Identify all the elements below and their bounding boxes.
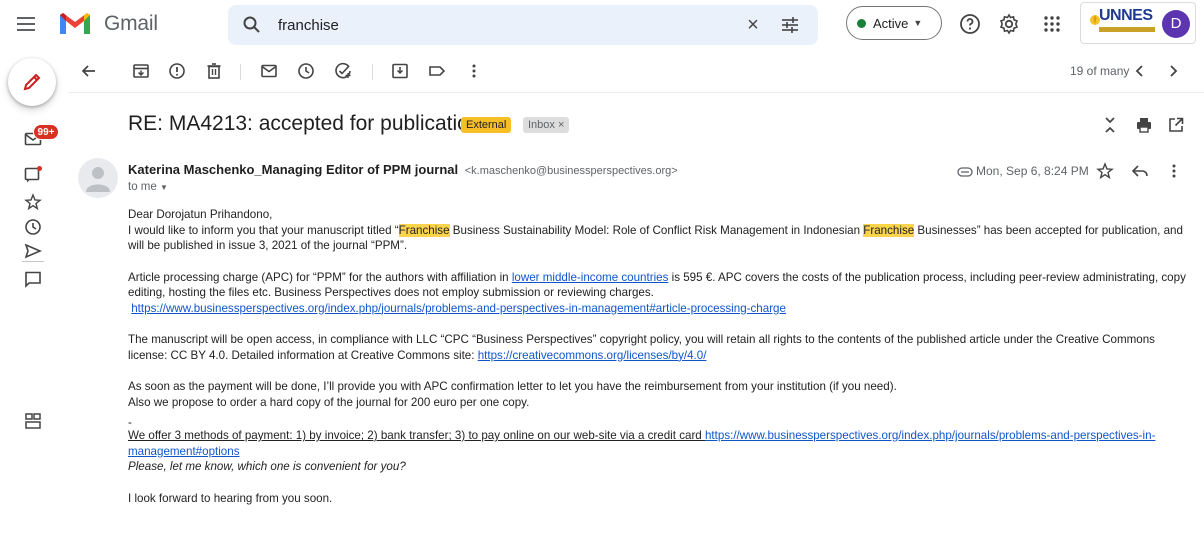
app-name: Gmail <box>104 12 158 35</box>
sender-info[interactable]: Katerina Maschenko_Managing Editor of PP… <box>128 162 678 177</box>
person-icon <box>86 167 110 192</box>
move-to-icon[interactable] <box>391 62 409 80</box>
sender-name: Katerina Maschenko_Managing Editor of PP… <box>128 162 459 177</box>
more-vertical-icon[interactable] <box>1165 162 1183 180</box>
closing-line: I look forward to hearing from you soon. <box>128 491 333 505</box>
toolbar-divider <box>240 64 241 80</box>
starred-icon[interactable] <box>24 193 42 211</box>
paragraph-payment-methods: We offer 3 methods of payment: 1) by inv… <box>128 428 1188 459</box>
email-body: Dear Dorojatun Prihandono, I would like … <box>128 207 1188 522</box>
email-date: Mon, Sep 6, 8:24 PM <box>976 164 1089 178</box>
separator-dash: - <box>128 416 132 429</box>
status-dropdown[interactable]: Active ▼ <box>846 6 942 40</box>
brand-underline <box>1099 27 1155 32</box>
delete-trash-icon[interactable] <box>205 62 223 80</box>
chevron-down-icon: ▼ <box>159 183 168 192</box>
chat-icon[interactable] <box>24 166 42 184</box>
main-menu-icon[interactable] <box>12 10 40 38</box>
search-icon[interactable] <box>242 15 262 35</box>
paragraph-apc: Article processing charge (APC) for “PPM… <box>128 270 1188 317</box>
unread-count-badge: 99+ <box>33 124 59 140</box>
toolbar-divider-line <box>68 92 1204 93</box>
snooze-clock-icon[interactable] <box>297 62 315 80</box>
chevron-right-icon[interactable] <box>1164 62 1182 80</box>
rail-divider <box>22 261 44 262</box>
creative-commons-link[interactable]: https://creativecommons.org/licenses/by/… <box>478 349 707 362</box>
clear-search-icon[interactable]: × <box>742 14 764 36</box>
chevron-down-icon: ▼ <box>913 18 923 28</box>
more-vertical-icon[interactable] <box>465 62 483 80</box>
back-arrow-icon[interactable] <box>80 62 98 80</box>
more-labels-icon[interactable] <box>24 412 42 430</box>
top-header: Gmail × Active ▼ <box>0 0 1204 48</box>
sender-avatar[interactable] <box>78 158 118 198</box>
paragraph-payment-confirmation: As soon as the payment will be done, I’l… <box>128 380 897 393</box>
paragraph-question: Please, let me know, which one is conven… <box>128 460 406 473</box>
greeting: Dear Dorojatun Prihandono, <box>128 208 273 221</box>
text-segment: Business Sustainability Model: Role of C… <box>449 223 864 237</box>
text-segment: I would like to inform you that your man… <box>128 223 399 237</box>
star-icon[interactable] <box>1096 162 1114 180</box>
sender-email: <k.maschenko@businessperspectives.org> <box>464 165 678 177</box>
apc-info-link[interactable]: https://www.businessperspectives.org/ind… <box>131 302 786 315</box>
status-label: Active <box>873 15 909 31</box>
search-options-icon[interactable] <box>780 15 800 35</box>
reply-icon[interactable] <box>1131 162 1149 180</box>
add-to-tasks-icon[interactable] <box>334 62 352 80</box>
email-subject: RE: MA4213: accepted for publication <box>128 112 481 135</box>
external-label-badge: External <box>461 117 512 133</box>
chat-bubble-icon[interactable] <box>24 270 42 288</box>
recipient-label: to me <box>128 181 157 193</box>
paragraph-license: The manuscript will be open access, in c… <box>128 332 1188 363</box>
pencil-icon <box>23 73 41 91</box>
report-spam-icon[interactable] <box>168 62 186 80</box>
settings-gear-icon[interactable] <box>997 12 1021 36</box>
snoozed-clock-icon[interactable] <box>24 218 42 236</box>
sent-icon[interactable] <box>24 242 42 260</box>
archive-icon[interactable] <box>132 62 150 80</box>
paragraph-acceptance: I would like to inform you that your man… <box>128 223 1188 254</box>
collapse-all-icon[interactable] <box>1101 116 1119 134</box>
active-status-dot <box>857 18 866 28</box>
text-segment: We offer 3 methods of payment: 1) by inv… <box>128 429 705 442</box>
print-icon[interactable] <box>1135 116 1153 134</box>
apps-grid-icon[interactable] <box>1040 12 1064 36</box>
inbox-label-chip[interactable]: Inbox × <box>523 117 570 133</box>
help-icon[interactable] <box>958 12 982 36</box>
gmail-logo-icon[interactable] <box>58 10 92 36</box>
compose-button[interactable] <box>8 58 56 106</box>
mark-unread-icon[interactable] <box>260 62 278 80</box>
brand-name: UNNES <box>1099 7 1153 24</box>
search-highlight: Franchise <box>398 223 450 237</box>
toolbar-divider <box>372 64 373 80</box>
search-highlight: Franchise <box>863 223 915 237</box>
open-new-window-icon[interactable] <box>1167 116 1185 134</box>
recipient-details[interactable]: to me ▼ <box>128 181 168 193</box>
attachment-tag-icon <box>957 167 973 177</box>
account-avatar[interactable]: D <box>1162 10 1190 38</box>
search-input[interactable] <box>278 13 718 37</box>
chevron-left-icon[interactable] <box>1131 62 1149 80</box>
pagination-count: 19 of many <box>1070 64 1130 78</box>
income-countries-link[interactable]: lower middle-income countries <box>512 271 669 284</box>
search-bar[interactable]: × <box>228 5 818 45</box>
text-segment: Article processing charge (APC) for “PPM… <box>128 270 512 284</box>
label-tag-icon[interactable] <box>428 62 446 80</box>
paragraph-hard-copy: Also we propose to order a hard copy of … <box>128 395 530 409</box>
